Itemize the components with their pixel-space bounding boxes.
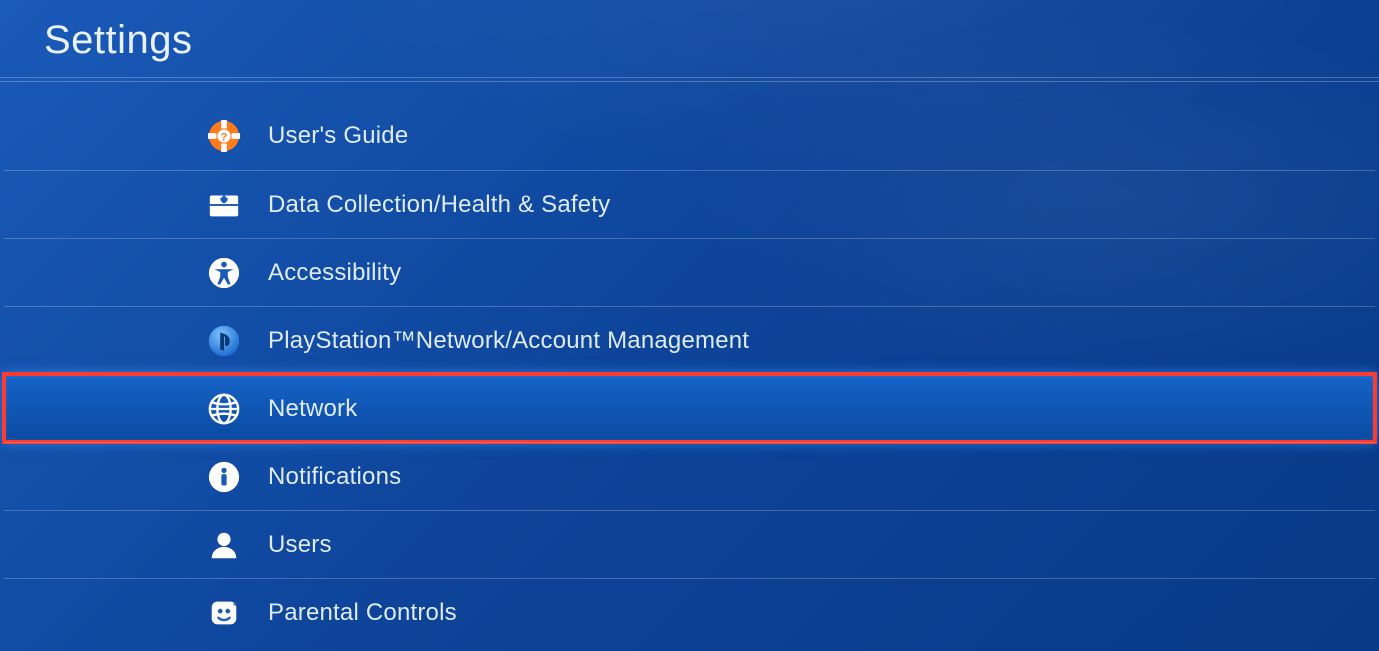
svg-text:+: + — [233, 598, 238, 608]
menu-item-parental-controls[interactable]: + Parental Controls — [4, 578, 1375, 646]
info-icon — [206, 459, 242, 495]
accessibility-icon — [206, 255, 242, 291]
menu-item-label: Accessibility — [268, 259, 401, 287]
menu-item-psn-account[interactable]: PlayStation™Network/Account Management — [4, 306, 1375, 374]
settings-menu: ? User's Guide Data Collection/Health & … — [0, 102, 1379, 646]
first-aid-icon — [206, 187, 242, 223]
menu-item-label: Data Collection/Health & Safety — [268, 191, 610, 219]
svg-text:?: ? — [220, 132, 227, 144]
menu-item-data-collection[interactable]: Data Collection/Health & Safety — [4, 170, 1375, 238]
divider — [0, 81, 1379, 82]
menu-item-label: Network — [268, 395, 357, 423]
user-icon — [206, 527, 242, 563]
page-title: Settings — [0, 0, 1379, 77]
menu-item-notifications[interactable]: Notifications — [4, 442, 1375, 510]
globe-icon — [206, 391, 242, 427]
menu-item-label: User's Guide — [268, 122, 408, 150]
playstation-icon — [206, 323, 242, 359]
lifebuoy-icon: ? — [206, 118, 242, 154]
menu-item-label: Users — [268, 531, 332, 559]
menu-item-users[interactable]: Users — [4, 510, 1375, 578]
parental-icon: + — [206, 595, 242, 631]
menu-item-label: Parental Controls — [268, 599, 457, 627]
menu-item-label: PlayStation™Network/Account Management — [268, 327, 749, 355]
menu-item-users-guide[interactable]: ? User's Guide — [4, 102, 1375, 170]
menu-item-label: Notifications — [268, 463, 401, 491]
divider — [0, 77, 1379, 78]
menu-item-network[interactable]: Network — [4, 374, 1375, 442]
menu-item-accessibility[interactable]: Accessibility — [4, 238, 1375, 306]
